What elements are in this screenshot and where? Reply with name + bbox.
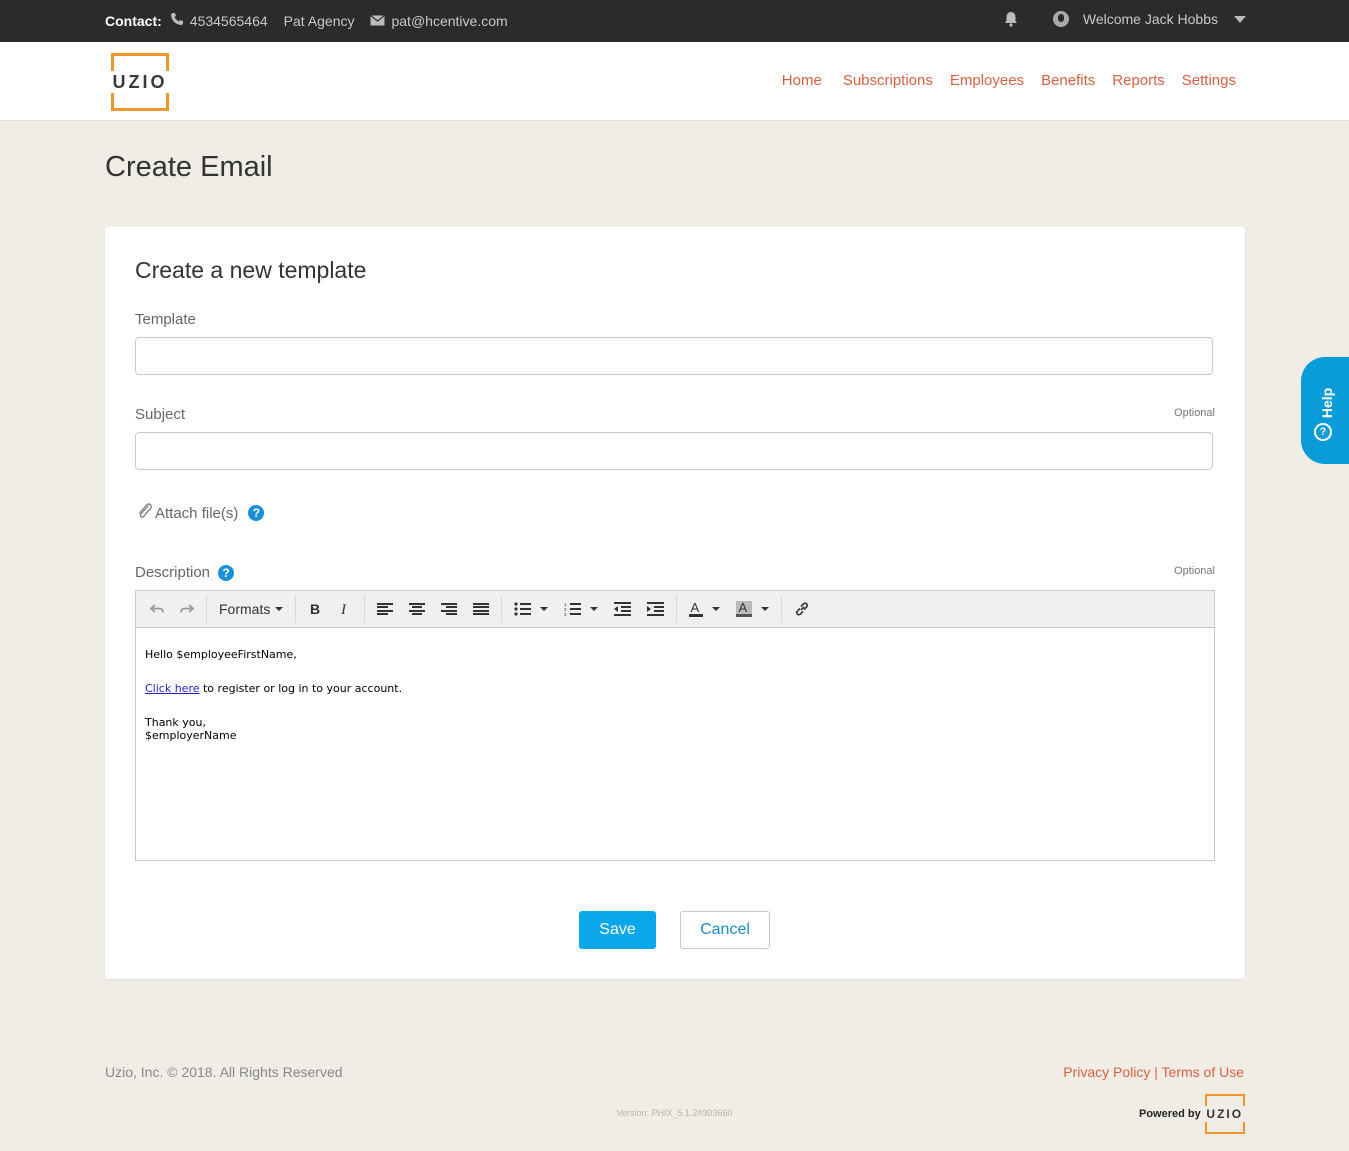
editor-content[interactable]: Hello $employeeFirstName, Click here to … <box>136 628 1214 762</box>
footer-separator: | <box>1150 1064 1162 1080</box>
user-area: Welcome Jack Hobbs <box>1003 11 1246 27</box>
uzio-logo[interactable]: UZIO <box>111 53 169 111</box>
svg-text:A: A <box>739 601 748 615</box>
formats-label: Formats <box>219 601 271 617</box>
chevron-down-icon <box>590 607 599 611</box>
indent-icon[interactable] <box>639 596 672 622</box>
toolbar-separator <box>501 595 503 623</box>
mail-icon <box>370 13 386 29</box>
contact-info: Contact: 4534565464 Pat Agency pat@hcent… <box>105 12 508 29</box>
contact-agency: Pat Agency <box>283 12 355 29</box>
chevron-down-icon <box>712 607 721 611</box>
subject-optional: Optional <box>1174 407 1215 419</box>
help-tab[interactable]: Help ? <box>1301 357 1349 464</box>
chevron-down-icon <box>275 607 284 611</box>
question-circle-icon: ? <box>1314 423 1332 441</box>
uzio-footer-logo: UZIO <box>1204 1094 1245 1134</box>
powered-by: Powered by UZIO <box>1139 1094 1245 1134</box>
subject-input[interactable] <box>135 432 1213 470</box>
svg-text:B: B <box>310 602 320 616</box>
italic-icon[interactable]: I <box>330 596 360 622</box>
click-here-link[interactable]: Click here <box>145 682 200 695</box>
help-label: Help <box>1319 387 1335 419</box>
notifications-bell-icon[interactable] <box>1003 11 1019 27</box>
editor-line-employer: $employerName <box>145 729 237 742</box>
copyright-text: Uzio, Inc. © 2018. All Rights Reserved <box>105 1064 343 1080</box>
nav-home[interactable]: Home <box>782 72 822 89</box>
editor-line-register: Click here to register or log in to your… <box>145 682 1205 695</box>
terms-of-use-link[interactable]: Terms of Use <box>1162 1064 1244 1080</box>
link-icon[interactable] <box>786 596 818 622</box>
user-menu-chevron-down-icon[interactable] <box>1234 15 1246 23</box>
editor-line-greeting: Hello $employeeFirstName, <box>145 648 297 661</box>
phone-icon <box>170 12 184 29</box>
user-avatar-icon <box>1052 11 1069 27</box>
redo-icon[interactable] <box>172 596 202 622</box>
svg-text:I: I <box>340 602 347 616</box>
undo-icon[interactable] <box>142 596 172 622</box>
background-color-icon[interactable]: A <box>728 596 777 622</box>
attach-label: Attach file(s) <box>155 504 239 522</box>
align-left-icon[interactable] <box>369 596 401 622</box>
align-center-icon[interactable] <box>401 596 433 622</box>
editor-toolbar: Formats B I 1 2 3 A A <box>136 591 1214 628</box>
privacy-policy-link[interactable]: Privacy Policy <box>1063 1064 1150 1080</box>
editor-line-thanks: Thank you, <box>145 716 206 729</box>
toolbar-separator <box>781 595 783 623</box>
nav-settings[interactable]: Settings <box>1182 72 1236 89</box>
svg-text:3: 3 <box>564 612 567 616</box>
nav-subscriptions[interactable]: Subscriptions <box>843 72 933 89</box>
main-nav: Home Subscriptions Employees Benefits Re… <box>782 72 1236 89</box>
contact-phone: 4534565464 <box>189 12 268 29</box>
contact-email[interactable]: pat@hcentive.com <box>391 13 507 29</box>
bold-icon[interactable]: B <box>300 596 330 622</box>
align-right-icon[interactable] <box>433 596 465 622</box>
toolbar-separator <box>206 595 207 623</box>
footer-links: Privacy Policy | Terms of Use <box>1063 1064 1244 1080</box>
align-justify-icon[interactable] <box>465 596 497 622</box>
main-header: UZIO Home Subscriptions Employees Benefi… <box>0 42 1349 121</box>
text-color-icon[interactable]: A <box>681 596 728 622</box>
create-template-card: Create a new template Template Subject O… <box>105 227 1245 979</box>
cancel-button[interactable]: Cancel <box>680 911 770 949</box>
attach-help-icon[interactable]: ? <box>248 505 265 521</box>
numbered-list-icon[interactable]: 123 <box>556 596 606 622</box>
template-label: Template <box>135 311 196 328</box>
card-title: Create a new template <box>135 257 367 283</box>
description-help-icon[interactable]: ? <box>218 564 235 581</box>
nav-reports[interactable]: Reports <box>1112 72 1165 89</box>
nav-benefits[interactable]: Benefits <box>1041 72 1095 89</box>
formats-dropdown[interactable]: Formats <box>211 596 291 622</box>
svg-text:A: A <box>691 601 700 615</box>
top-bar: Contact: 4534565464 Pat Agency pat@hcent… <box>0 0 1349 42</box>
chevron-down-icon <box>540 607 549 611</box>
footer-logo-text: UZIO <box>1206 1107 1244 1121</box>
save-button[interactable]: Save <box>579 911 656 949</box>
editor-line-register-rest: to register or log in to your account. <box>199 682 403 695</box>
description-optional: Optional <box>1174 565 1215 577</box>
toolbar-separator <box>364 595 366 623</box>
page-title: Create Email <box>105 151 273 183</box>
nav-employees[interactable]: Employees <box>950 72 1024 89</box>
description-label: Description <box>135 564 211 581</box>
template-input[interactable] <box>135 337 1213 375</box>
contact-label: Contact: <box>105 12 162 29</box>
toolbar-separator <box>295 595 297 623</box>
toolbar-separator <box>676 595 678 623</box>
description-label-row: Description ? <box>135 564 235 581</box>
powered-by-label: Powered by <box>1139 1108 1201 1120</box>
welcome-user[interactable]: Welcome Jack Hobbs <box>1083 11 1218 27</box>
outdent-icon[interactable] <box>606 596 639 622</box>
chevron-down-icon <box>761 607 770 611</box>
bullet-list-icon[interactable] <box>506 596 556 622</box>
logo-text: UZIO <box>112 72 168 92</box>
subject-label: Subject <box>135 406 186 423</box>
rich-text-editor: Formats B I 1 2 3 A A Hello $employeeFir… <box>135 590 1215 861</box>
paperclip-icon <box>135 501 155 525</box>
attach-files[interactable]: Attach file(s) ? <box>135 501 265 525</box>
